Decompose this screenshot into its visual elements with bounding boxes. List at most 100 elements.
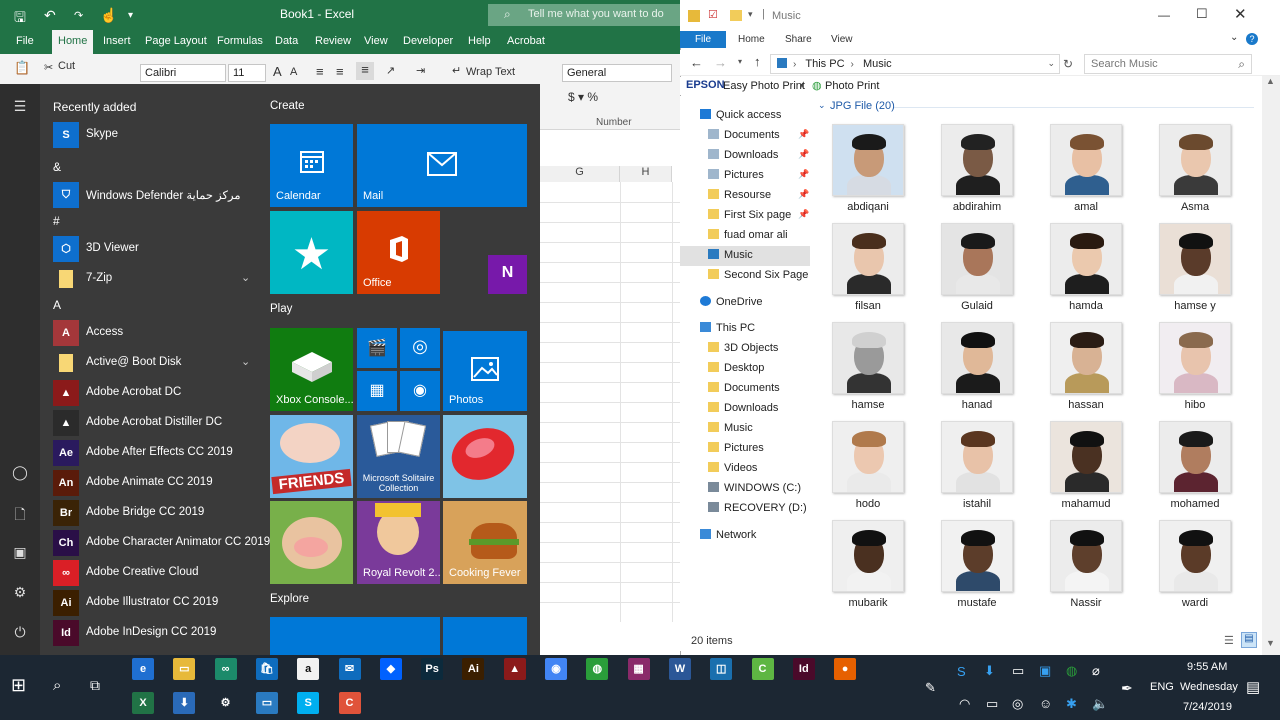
photo-thumbnail[interactable] [1050, 124, 1122, 196]
file-name[interactable]: mubarik [818, 597, 918, 609]
details-view-icon[interactable]: ☰ [1224, 634, 1234, 647]
file-name[interactable]: hamse y [1145, 300, 1245, 312]
align-middle-icon[interactable]: ≡ [336, 64, 344, 79]
battery-icon[interactable]: ▭ [986, 696, 998, 712]
remote-desktop-icon[interactable]: ▭ [255, 692, 278, 714]
acrobat-icon[interactable]: ▲ [503, 658, 526, 680]
settings-icon[interactable]: ⚙ [214, 692, 237, 714]
volume-icon[interactable]: 🔈 [1092, 696, 1108, 712]
photo-thumbnail[interactable] [832, 421, 904, 493]
number-format-select[interactable]: General [562, 64, 672, 82]
app-list-item[interactable]: ⛉ Windows Defender مركز حماية [53, 182, 253, 208]
file-name[interactable]: Nassir [1036, 597, 1136, 609]
file-name[interactable]: hamse [818, 399, 918, 411]
tile-camera[interactable]: ◉ [400, 371, 440, 411]
photo-thumbnail[interactable] [1159, 124, 1231, 196]
save-icon[interactable]: 🖫 [14, 7, 26, 31]
pen-tray-icon[interactable]: ✎ [925, 680, 936, 696]
action-center-icon[interactable]: ▤ [1246, 678, 1260, 696]
collapse-group-icon[interactable]: ⌄ [818, 100, 826, 111]
photo-print-tray-icon[interactable]: ◍ [1066, 663, 1077, 679]
dropbox-icon[interactable]: ◆ [379, 658, 402, 680]
breadcrumb-this-pc[interactable]: This PC [805, 58, 844, 70]
photo-thumbnail[interactable] [941, 520, 1013, 592]
file-name[interactable]: istahil [927, 498, 1027, 510]
app-list-item[interactable]: Id Adobe InDesign CC 2019 [53, 620, 253, 646]
nav-pc-item[interactable]: Videos [708, 459, 757, 479]
photo-thumbnail[interactable] [1050, 322, 1122, 394]
capture-app-icon[interactable]: C [338, 692, 361, 714]
nav-pc-item[interactable]: Documents [708, 379, 780, 399]
tile-explore-2[interactable] [443, 617, 527, 655]
file-name[interactable]: abdiqani [818, 201, 918, 213]
file-name[interactable]: wardi [1145, 597, 1245, 609]
photo-thumbnail[interactable] [1159, 223, 1231, 295]
file-name[interactable]: hamda [1036, 300, 1136, 312]
photoshop-icon[interactable]: Ps [421, 658, 444, 680]
nav-quick-access[interactable]: Quick access [700, 106, 781, 126]
file-name[interactable]: mohamed [1145, 498, 1245, 510]
tile-cooking-fever[interactable]: Cooking Fever [443, 501, 527, 584]
clock-time[interactable]: 9:55 AM [1187, 661, 1227, 673]
photo-thumbnail[interactable] [1159, 421, 1231, 493]
nav-quick-item[interactable]: Pictures 📌 [708, 166, 809, 186]
tab-review[interactable]: Review [315, 35, 351, 47]
winrar-icon[interactable]: ▦ [627, 658, 650, 680]
photo-thumbnail[interactable] [1050, 520, 1122, 592]
globe-app-icon[interactable]: ◍ [586, 658, 609, 680]
photo-print-button[interactable]: Photo Print [825, 80, 879, 92]
task-view-icon[interactable]: ⧉ [90, 677, 100, 694]
downloader-icon[interactable]: ⬇ [173, 692, 196, 714]
nav-quick-item[interactable]: Downloads 📌 [708, 146, 809, 166]
nav-pc-item[interactable]: Desktop [708, 359, 764, 379]
app-list-item[interactable]: Br Adobe Bridge CC 2019 [53, 500, 253, 526]
redo-icon[interactable]: ↷ [74, 9, 83, 22]
nav-pc-item[interactable]: Music [708, 419, 753, 439]
app-skype[interactable]: S Skype [53, 122, 253, 148]
sketch-app-icon[interactable]: ◫ [710, 658, 733, 680]
nav-this-pc[interactable]: This PC [700, 319, 755, 339]
tab-insert[interactable]: Insert [103, 35, 131, 47]
explorer-tab-home[interactable]: Home [738, 34, 765, 45]
vertical-scrollbar[interactable]: ▲ ▼ [1262, 76, 1280, 655]
wrap-icon[interactable]: ↵ [452, 64, 461, 77]
firefox-icon[interactable]: ● [834, 658, 857, 680]
tab-help[interactable]: Help [468, 35, 491, 47]
search-icon[interactable]: ⌕ [53, 677, 61, 694]
file-name[interactable]: mahamud [1036, 498, 1136, 510]
column-header-h[interactable]: H [620, 166, 672, 182]
app-list-item[interactable]: 7-Zip ⌄ [53, 266, 253, 292]
app-list-item[interactable]: ▲ Adobe Acrobat Distiller DC [53, 410, 253, 436]
help-icon[interactable]: ? [1246, 33, 1258, 45]
photo-thumbnail[interactable] [941, 322, 1013, 394]
touch-mode-icon[interactable]: ☝ [100, 7, 117, 24]
excel-grid[interactable] [540, 160, 680, 655]
camtasia-icon[interactable]: C [751, 658, 774, 680]
align-bottom-icon[interactable]: ≡ [356, 62, 374, 80]
explorer-tab-share[interactable]: Share [785, 34, 812, 45]
new-folder-icon[interactable] [730, 10, 742, 21]
documents-icon[interactable]: 🗋 [12, 504, 28, 522]
tile-xbox[interactable]: Xbox Console... [270, 328, 353, 411]
letter-header[interactable]: & [53, 160, 61, 174]
minimize-icon[interactable]: — [1158, 8, 1170, 22]
file-name[interactable]: amal [1036, 201, 1136, 213]
file-name[interactable]: Gulaid [927, 300, 1027, 312]
tab-home[interactable]: Home [52, 30, 94, 54]
large-icons-view-icon[interactable]: ▤ [1241, 632, 1257, 648]
font-grow-icon[interactable]: A [273, 64, 282, 79]
up-icon[interactable]: ↑ [754, 54, 761, 69]
currency-icon[interactable]: $ ▾ % [568, 90, 598, 104]
amazon-icon[interactable]: a [297, 658, 320, 680]
photo-thumbnail[interactable] [832, 520, 904, 592]
letter-header[interactable]: A [53, 298, 61, 312]
file-name[interactable]: hibo [1145, 399, 1245, 411]
nav-pc-item[interactable]: 3D Objects [708, 339, 778, 359]
group-header[interactable]: JPG File (20) [830, 100, 895, 112]
app-list-item[interactable]: Ai Adobe Illustrator CC 2019 [53, 590, 253, 616]
search-box[interactable]: Search Music ⌕ [1084, 54, 1252, 74]
tile-movies[interactable]: 🎬 [357, 328, 397, 368]
app-list-item[interactable]: ∞ Adobe Creative Cloud [53, 560, 253, 586]
forward-icon[interactable]: → [714, 55, 727, 70]
qat-dropdown-icon[interactable]: ▾ [748, 9, 753, 20]
